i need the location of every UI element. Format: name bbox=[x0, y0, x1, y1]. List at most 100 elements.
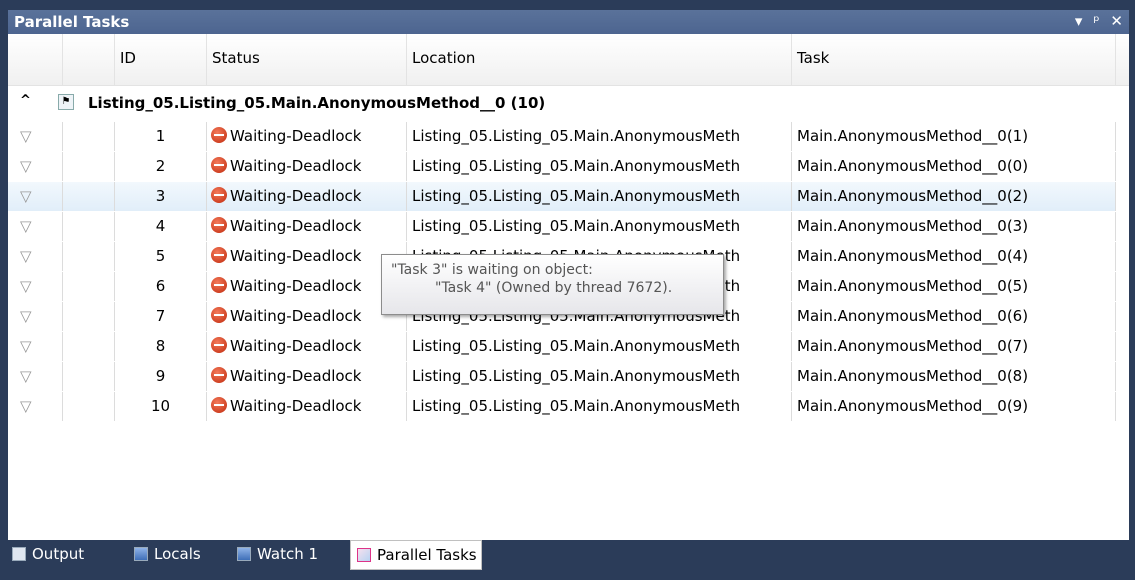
task-id: 2 bbox=[115, 152, 207, 181]
task-status: Waiting-Deadlock bbox=[207, 302, 407, 331]
task-location: Listing_05.Listing_05.Main.AnonymousMeth bbox=[407, 392, 792, 421]
table-row[interactable]: ▽ 8 Waiting-Deadlock Listing_05.Listing_05.… bbox=[8, 332, 1116, 361]
task-icon-cell bbox=[63, 242, 115, 271]
task-name: Main.AnonymousMethod__0(2) bbox=[792, 182, 1116, 211]
deadlock-icon bbox=[211, 367, 227, 383]
deadlock-icon bbox=[211, 307, 227, 323]
group-header[interactable]: ^ ⚑ Listing_05.Listing_05.Main.Anonymous… bbox=[8, 87, 1129, 120]
task-icon-cell bbox=[63, 182, 115, 211]
status-text: Waiting-Deadlock bbox=[230, 367, 362, 385]
flag-icon[interactable]: ▽ bbox=[8, 332, 63, 361]
deadlock-icon bbox=[211, 397, 227, 413]
task-id: 7 bbox=[115, 302, 207, 331]
flag-icon[interactable]: ▽ bbox=[8, 272, 63, 301]
task-icon-cell bbox=[63, 272, 115, 301]
tab-output[interactable]: Output bbox=[12, 542, 84, 570]
task-id: 9 bbox=[115, 362, 207, 391]
deadlock-icon bbox=[211, 157, 227, 173]
task-icon-cell bbox=[63, 332, 115, 361]
task-id: 3 bbox=[115, 182, 207, 211]
watch-icon bbox=[237, 547, 251, 561]
close-icon[interactable]: ✕ bbox=[1110, 12, 1123, 30]
icon-column-header[interactable] bbox=[63, 34, 115, 86]
task-id: 6 bbox=[115, 272, 207, 301]
tab-label: Locals bbox=[154, 545, 201, 563]
deadlock-icon bbox=[211, 187, 227, 203]
tab-label: Watch 1 bbox=[257, 545, 319, 563]
flag-icon[interactable]: ▽ bbox=[8, 152, 63, 181]
table-row[interactable]: ▽ 10 Waiting-Deadlock Listing_05.Listing_05… bbox=[8, 392, 1116, 421]
task-id: 5 bbox=[115, 242, 207, 271]
tool-window-titlebar: Parallel Tasks ▾ ᵖ ✕ bbox=[8, 10, 1129, 34]
flag-icon[interactable]: ▽ bbox=[8, 242, 63, 271]
pin-icon[interactable]: ᵖ bbox=[1093, 12, 1099, 30]
task-name: Main.AnonymousMethod__0(3) bbox=[792, 212, 1116, 241]
status-text: Waiting-Deadlock bbox=[230, 187, 362, 205]
window-controls: ▾ ᵖ ✕ bbox=[1069, 12, 1123, 30]
task-name: Main.AnonymousMethod__0(7) bbox=[792, 332, 1116, 361]
column-header-location[interactable]: Location bbox=[407, 34, 792, 86]
group-label: Listing_05.Listing_05.Main.AnonymousMeth… bbox=[88, 94, 546, 112]
task-location: Listing_05.Listing_05.Main.AnonymousMeth bbox=[407, 332, 792, 361]
status-text: Waiting-Deadlock bbox=[230, 307, 362, 325]
tab-label: Parallel Tasks bbox=[377, 546, 477, 564]
table-row[interactable]: ▽ 3 Waiting-Deadlock Listing_05.Listing_05.… bbox=[8, 182, 1116, 211]
table-row[interactable]: ▽ 1 Waiting-Deadlock Listing_05.Listing_05.… bbox=[8, 122, 1116, 151]
window-title: Parallel Tasks bbox=[14, 13, 130, 31]
flag-column-header[interactable] bbox=[8, 34, 63, 86]
task-name: Main.AnonymousMethod__0(4) bbox=[792, 242, 1116, 271]
task-id: 4 bbox=[115, 212, 207, 241]
collapse-chevron-icon[interactable]: ^ bbox=[20, 93, 31, 108]
tab-locals[interactable]: Locals bbox=[134, 542, 201, 570]
status-text: Waiting-Deadlock bbox=[230, 127, 362, 145]
group-flag-icon[interactable]: ⚑ bbox=[58, 94, 74, 110]
tooltip-line-1: "Task 3" is waiting on object: bbox=[391, 262, 593, 278]
task-location: Listing_05.Listing_05.Main.AnonymousMeth bbox=[407, 122, 792, 151]
column-header: ID Status Location Task bbox=[8, 34, 1129, 86]
column-header-status[interactable]: Status bbox=[207, 34, 407, 86]
flag-icon[interactable]: ▽ bbox=[8, 182, 63, 211]
table-row[interactable]: ▽ 4 Waiting-Deadlock Listing_05.Listing_05.… bbox=[8, 212, 1116, 241]
flag-icon[interactable]: ▽ bbox=[8, 122, 63, 151]
status-text: Waiting-Deadlock bbox=[230, 337, 362, 355]
parallel-tasks-icon bbox=[357, 548, 371, 562]
task-status: Waiting-Deadlock bbox=[207, 332, 407, 361]
task-id: 1 bbox=[115, 122, 207, 151]
flag-icon[interactable]: ▽ bbox=[8, 392, 63, 421]
task-icon-cell bbox=[63, 362, 115, 391]
deadlock-icon bbox=[211, 127, 227, 143]
deadlock-icon bbox=[211, 337, 227, 353]
task-id: 8 bbox=[115, 332, 207, 361]
deadlock-icon bbox=[211, 247, 227, 263]
task-location: Listing_05.Listing_05.Main.AnonymousMeth bbox=[407, 212, 792, 241]
task-status: Waiting-Deadlock bbox=[207, 182, 407, 211]
table-row[interactable]: ▽ 2 Waiting-Deadlock Listing_05.Listing_05.… bbox=[8, 152, 1116, 181]
task-name: Main.AnonymousMethod__0(1) bbox=[792, 122, 1116, 151]
flag-icon[interactable]: ▽ bbox=[8, 302, 63, 331]
deadlock-icon bbox=[211, 217, 227, 233]
tab-watch-1[interactable]: Watch 1 bbox=[237, 542, 318, 570]
column-header-task[interactable]: Task bbox=[792, 34, 1116, 86]
status-text: Waiting-Deadlock bbox=[230, 217, 362, 235]
tooltip-line-2: "Task 4" (Owned by thread 7672). bbox=[435, 280, 673, 296]
task-name: Main.AnonymousMethod__0(9) bbox=[792, 392, 1116, 421]
task-status: Waiting-Deadlock bbox=[207, 242, 407, 271]
task-status: Waiting-Deadlock bbox=[207, 362, 407, 391]
task-icon-cell bbox=[63, 302, 115, 331]
task-icon-cell bbox=[63, 152, 115, 181]
task-name: Main.AnonymousMethod__0(8) bbox=[792, 362, 1116, 391]
task-icon-cell bbox=[63, 212, 115, 241]
flag-icon[interactable]: ▽ bbox=[8, 212, 63, 241]
status-text: Waiting-Deadlock bbox=[230, 247, 362, 265]
dropdown-icon[interactable]: ▾ bbox=[1075, 12, 1083, 30]
tab-label: Output bbox=[32, 545, 85, 563]
task-id: 10 bbox=[115, 392, 207, 421]
task-location: Listing_05.Listing_05.Main.AnonymousMeth bbox=[407, 152, 792, 181]
tab-parallel-tasks[interactable]: Parallel Tasks bbox=[350, 540, 482, 570]
column-header-id[interactable]: ID bbox=[115, 34, 207, 86]
task-icon-cell bbox=[63, 122, 115, 151]
flag-icon[interactable]: ▽ bbox=[8, 362, 63, 391]
task-status: Waiting-Deadlock bbox=[207, 152, 407, 181]
table-row[interactable]: ▽ 9 Waiting-Deadlock Listing_05.Listing_05.… bbox=[8, 362, 1116, 391]
task-location: Listing_05.Listing_05.Main.AnonymousMeth bbox=[407, 182, 792, 211]
